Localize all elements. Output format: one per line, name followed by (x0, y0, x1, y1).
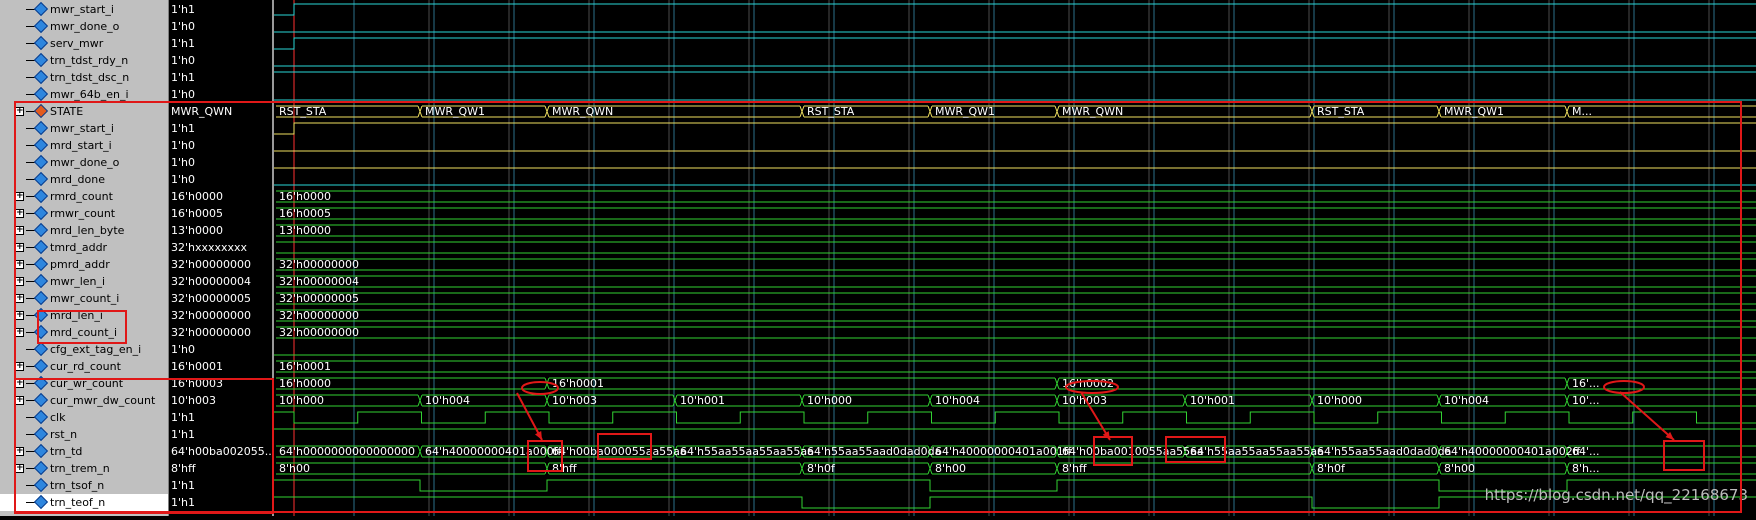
signal-row[interactable]: mwr_start_i (0, 1, 168, 18)
signal-name: mwr_start_i (50, 3, 114, 16)
annotation-box (14, 378, 274, 514)
annotation-box (527, 440, 563, 472)
value-row: 1'h1 (169, 35, 273, 52)
signal-diamond-icon (33, 69, 49, 85)
annotation-box (1663, 440, 1705, 471)
signal-value: 1'h0 (171, 20, 195, 33)
signal-row[interactable]: trn_tdst_dsc_n (0, 69, 168, 86)
value-row: 1'h1 (169, 69, 273, 86)
signal-value: 1'h1 (171, 37, 195, 50)
signal-name: trn_tdst_rdy_n (50, 54, 129, 67)
signal-name: trn_tdst_dsc_n (50, 71, 130, 84)
value-row: 1'h0 (169, 52, 273, 69)
signal-name: mwr_64b_en_i (50, 88, 129, 101)
signal-value: 1'h0 (171, 88, 195, 101)
signal-name: mwr_done_o (50, 20, 120, 33)
signal-diamond-icon (33, 1, 49, 17)
value-row: 1'h1 (169, 1, 273, 18)
signal-row[interactable]: trn_tdst_rdy_n (0, 52, 168, 69)
signal-diamond-icon (33, 86, 49, 102)
annotation-box (1165, 436, 1226, 463)
signal-waveform (274, 37, 1756, 50)
signal-row[interactable]: serv_mwr (0, 35, 168, 52)
signal-value: 1'h1 (171, 71, 195, 84)
signal-value: 1'h1 (171, 3, 195, 16)
signal-row[interactable]: mwr_done_o (0, 18, 168, 35)
signal-waveform (274, 3, 1756, 16)
annotation-box (37, 310, 127, 344)
signal-diamond-icon (33, 35, 49, 51)
value-row: 1'h0 (169, 18, 273, 35)
signal-diamond-icon (33, 18, 49, 34)
annotation-box (597, 433, 652, 460)
signal-value: 1'h0 (171, 54, 195, 67)
signal-name: serv_mwr (50, 37, 104, 50)
signal-diamond-icon (33, 52, 49, 68)
annotation-box (1093, 436, 1133, 466)
